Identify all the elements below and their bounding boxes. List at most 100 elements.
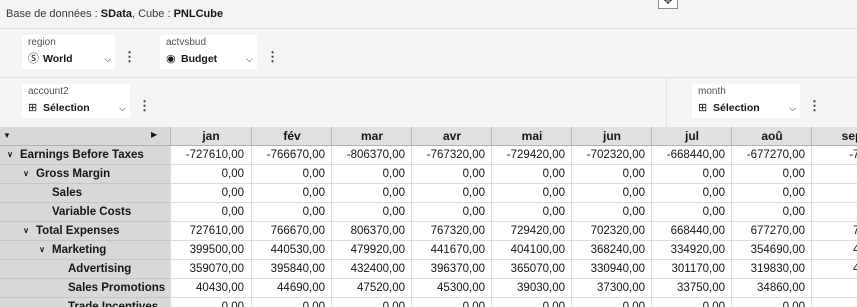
- data-cell[interactable]: 79550: [811, 222, 857, 241]
- collapse-all-icon[interactable]: ▼: [3, 131, 11, 140]
- account2-menu-icon[interactable]: ⋮: [138, 99, 151, 112]
- data-cell[interactable]: 334920,00: [651, 241, 732, 260]
- data-cell[interactable]: -806370,00: [331, 146, 412, 165]
- dimension-month-selector[interactable]: month ⊞ Sélection ⌵: [692, 84, 800, 118]
- column-header[interactable]: mai: [491, 127, 572, 146]
- actvsbud-menu-icon[interactable]: ⋮: [266, 50, 279, 63]
- chevron-down-icon[interactable]: ⌵: [789, 103, 796, 114]
- data-cell[interactable]: 0,00: [491, 203, 572, 222]
- data-cell[interactable]: 668440,00: [651, 222, 732, 241]
- column-header[interactable]: aoû: [731, 127, 812, 146]
- chevron-down-icon[interactable]: ∨: [20, 165, 32, 183]
- data-cell[interactable]: 40430,00: [170, 279, 251, 298]
- data-cell[interactable]: 0,00: [651, 298, 732, 307]
- row-header[interactable]: Variable Costs: [0, 203, 170, 222]
- data-cell[interactable]: 34860,00: [731, 279, 812, 298]
- data-cell[interactable]: 0,00: [170, 184, 251, 203]
- data-cell[interactable]: 0,00: [651, 165, 732, 184]
- column-header[interactable]: mar: [331, 127, 412, 146]
- data-cell[interactable]: 441670,00: [411, 241, 492, 260]
- data-cell[interactable]: -79550: [811, 146, 857, 165]
- dimension-actvsbud-selector[interactable]: actvsbud ◉ Budget ⌵: [160, 35, 257, 69]
- data-cell[interactable]: 0,00: [731, 184, 812, 203]
- row-header[interactable]: Trade Incentives: [0, 298, 170, 307]
- data-cell[interactable]: 0,00: [651, 203, 732, 222]
- data-cell[interactable]: 0,00: [170, 165, 251, 184]
- row-header[interactable]: Advertising: [0, 260, 170, 279]
- data-cell[interactable]: 432400,00: [331, 260, 412, 279]
- month-menu-icon[interactable]: ⋮: [808, 99, 821, 112]
- column-header[interactable]: jul: [651, 127, 732, 146]
- data-cell[interactable]: 0,00: [251, 298, 332, 307]
- column-header[interactable]: sep: [811, 127, 857, 146]
- data-cell[interactable]: 0,00: [491, 184, 572, 203]
- data-cell[interactable]: 44690,00: [251, 279, 332, 298]
- data-cell[interactable]: -729420,00: [491, 146, 572, 165]
- chevron-down-icon[interactable]: ∨: [4, 146, 16, 164]
- row-header[interactable]: ∨ Marketing: [0, 241, 170, 260]
- data-cell[interactable]: 0,00: [731, 165, 812, 184]
- data-cell[interactable]: 46563: [811, 241, 857, 260]
- data-cell[interactable]: 0,00: [331, 298, 412, 307]
- data-cell[interactable]: 0,00: [571, 184, 652, 203]
- data-cell[interactable]: 45300,00: [411, 279, 492, 298]
- data-cell[interactable]: 0,00: [331, 203, 412, 222]
- data-cell[interactable]: 0,00: [170, 298, 251, 307]
- data-cell[interactable]: 479920,00: [331, 241, 412, 260]
- data-cell[interactable]: -677270,00: [731, 146, 812, 165]
- data-cell[interactable]: -766670,00: [251, 146, 332, 165]
- data-cell[interactable]: [811, 165, 857, 184]
- data-cell[interactable]: 0,00: [731, 298, 812, 307]
- data-cell[interactable]: 0,00: [491, 165, 572, 184]
- column-header[interactable]: avr: [411, 127, 492, 146]
- data-cell[interactable]: 396370,00: [411, 260, 492, 279]
- chevron-down-icon[interactable]: ⌵: [246, 54, 253, 65]
- data-cell[interactable]: 0,00: [571, 165, 652, 184]
- data-cell[interactable]: 319830,00: [731, 260, 812, 279]
- data-cell[interactable]: 702320,00: [571, 222, 652, 241]
- data-cell[interactable]: 0,00: [411, 298, 492, 307]
- data-cell[interactable]: 806370,00: [331, 222, 412, 241]
- data-cell[interactable]: 0,00: [411, 203, 492, 222]
- data-cell[interactable]: 0,00: [251, 203, 332, 222]
- chevron-down-icon[interactable]: ∨: [20, 222, 32, 240]
- data-cell[interactable]: 330940,00: [571, 260, 652, 279]
- dimension-region-selector[interactable]: region Ⓢ World ⌵: [22, 35, 115, 69]
- data-cell[interactable]: 365070,00: [491, 260, 572, 279]
- data-cell[interactable]: 0,00: [651, 184, 732, 203]
- chevron-down-icon[interactable]: ∨: [36, 241, 48, 259]
- data-cell[interactable]: 37300,00: [571, 279, 652, 298]
- data-cell[interactable]: 729420,00: [491, 222, 572, 241]
- data-cell[interactable]: -727610,00: [170, 146, 251, 165]
- chevron-down-icon[interactable]: ⌵: [104, 54, 111, 65]
- data-cell[interactable]: 0,00: [491, 298, 572, 307]
- data-cell[interactable]: 399500,00: [170, 241, 251, 260]
- data-cell[interactable]: 677270,00: [731, 222, 812, 241]
- data-cell[interactable]: 41937: [811, 260, 857, 279]
- data-cell[interactable]: -702320,00: [571, 146, 652, 165]
- data-cell[interactable]: 0,00: [170, 203, 251, 222]
- data-cell[interactable]: 440530,00: [251, 241, 332, 260]
- move-handle-icon[interactable]: ✥: [658, 0, 678, 9]
- data-cell[interactable]: [811, 184, 857, 203]
- row-header[interactable]: Sales: [0, 184, 170, 203]
- column-header[interactable]: jan: [170, 127, 251, 146]
- data-cell[interactable]: 727610,00: [170, 222, 251, 241]
- row-header[interactable]: Sales Promotions: [0, 279, 170, 298]
- data-cell[interactable]: [811, 203, 857, 222]
- data-cell[interactable]: 4626: [811, 279, 857, 298]
- data-cell[interactable]: 395840,00: [251, 260, 332, 279]
- data-cell[interactable]: 0,00: [731, 203, 812, 222]
- data-cell[interactable]: 368240,00: [571, 241, 652, 260]
- data-cell[interactable]: 0,00: [251, 184, 332, 203]
- data-cell[interactable]: 0,00: [251, 165, 332, 184]
- data-cell[interactable]: 0,00: [331, 165, 412, 184]
- row-header[interactable]: ∨ Gross Margin: [0, 165, 170, 184]
- data-cell[interactable]: 0,00: [811, 298, 857, 307]
- data-cell[interactable]: 767320,00: [411, 222, 492, 241]
- data-cell[interactable]: -668440,00: [651, 146, 732, 165]
- data-cell[interactable]: 0,00: [571, 298, 652, 307]
- data-cell[interactable]: 0,00: [571, 203, 652, 222]
- data-cell[interactable]: 0,00: [411, 184, 492, 203]
- column-header[interactable]: fév: [251, 127, 332, 146]
